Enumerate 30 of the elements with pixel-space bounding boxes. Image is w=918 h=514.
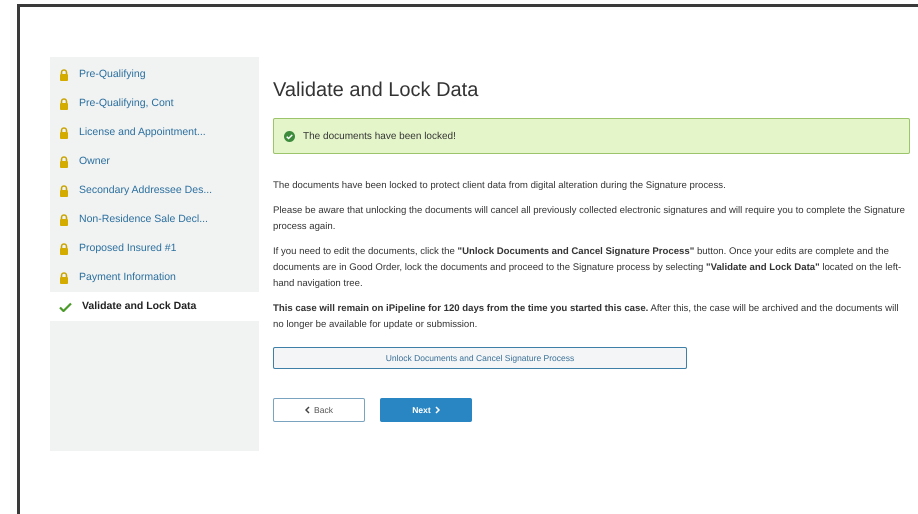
padlock-icon [59,98,69,110]
nav-item[interactable]: Secondary Addressee Des... [50,176,259,205]
page-title: Validate and Lock Data [273,78,480,103]
check-icon [59,302,72,312]
nav-item[interactable]: Non-Residence Sale Decl... [50,205,259,234]
chevron-left-icon [305,406,310,414]
success-alert: The documents have been locked! [273,118,910,154]
nav-item[interactable]: License and Appointment... [50,118,259,147]
paragraph: If you need to edit the documents, click the "Unlock Documents and Cancel Signature Process" button. Once your edits are complete and the documents are in Good Order, lock the documents and proceed to the Signature process by selecting "Validate and Lock Data" located on the left-hand navigation tree. [273,245,902,291]
nav-item[interactable]: Pre-Qualifying, Cont [50,89,259,118]
nav-item[interactable]: Payment Information [50,263,259,292]
chevron-right-icon [434,406,440,414]
padlock-icon [59,68,69,80]
paragraph: The documents have been locked to protect client data from digital alteration during the Signature process. [273,179,727,193]
padlock-icon [59,184,69,196]
padlock-icon [59,214,69,226]
unlock-button[interactable]: Unlock Documents and Cancel Signature Process [273,347,687,369]
paragraph: Please be aware that unlocking the documents will cancel all previously collected electronic signatures and will require you to complete the Signature process again. [273,204,906,234]
padlock-icon [59,272,69,284]
nav-item[interactable]: Pre-Qualifying [50,60,259,89]
paragraph: This case will remain on iPipeline for 120 days from the time you started this case. After this, the case will be archived and the documents will no longer be available for update or submission. [273,302,900,332]
padlock-icon [59,126,69,138]
nav-item[interactable]: Proposed Insured #1 [50,234,259,263]
padlock-icon [59,156,69,168]
nav-item[interactable]: Owner [50,147,259,176]
nav-item[interactable]: Validate and Lock Data [50,292,259,321]
check-circle-icon [284,130,295,142]
next-button[interactable]: Next [380,398,472,422]
padlock-icon [59,242,69,254]
back-button[interactable]: Back [273,398,365,422]
